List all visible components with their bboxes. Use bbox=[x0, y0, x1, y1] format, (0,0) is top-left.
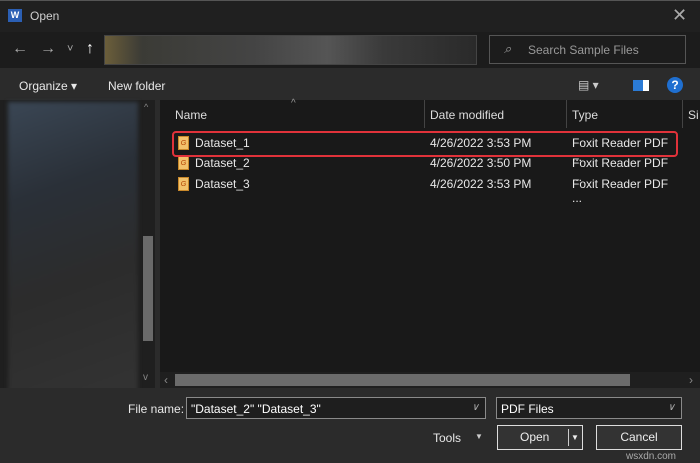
column-divider[interactable] bbox=[566, 100, 567, 128]
highlight-box bbox=[172, 131, 678, 157]
sidebar-scrollbar[interactable] bbox=[143, 236, 153, 341]
open-label: Open bbox=[520, 430, 550, 444]
tools-dropdown-icon[interactable]: ▼ bbox=[475, 432, 483, 441]
help-icon[interactable]: ? bbox=[667, 77, 683, 93]
file-date: 4/26/2022 3:53 PM bbox=[430, 177, 532, 191]
horizontal-scroll-thumb[interactable] bbox=[175, 374, 630, 386]
file-type-filter-value: PDF Files bbox=[501, 402, 554, 416]
organize-button[interactable]: Organize ▾ bbox=[19, 79, 77, 93]
tools-button[interactable]: Tools bbox=[433, 431, 461, 445]
open-dropdown-icon[interactable]: ▼ bbox=[571, 426, 579, 449]
file-row[interactable]: G Dataset_3 4/26/2022 3:53 PM Foxit Read… bbox=[172, 174, 677, 205]
window-title: Open bbox=[30, 9, 60, 23]
file-name: Dataset_2 bbox=[195, 156, 250, 170]
file-type: Foxit Reader PDF ... bbox=[572, 177, 669, 205]
new-folder-button[interactable]: New folder bbox=[108, 79, 165, 93]
search-input[interactable]: ⌕ Search Sample Files bbox=[489, 35, 686, 64]
file-name-input[interactable]: "Dataset_2" "Dataset_3" ∨ bbox=[186, 397, 486, 419]
recent-locations-chevron-icon[interactable]: ˅ bbox=[67, 43, 73, 55]
pdf-file-icon: G bbox=[178, 177, 189, 191]
search-icon: ⌕ bbox=[504, 41, 512, 56]
close-icon[interactable]: ✕ bbox=[672, 5, 687, 26]
chevron-down-icon[interactable]: ∨ bbox=[472, 402, 479, 413]
up-arrow-icon[interactable]: ↑ bbox=[86, 40, 94, 58]
view-options-icon[interactable]: ▤ ▾ bbox=[578, 78, 599, 92]
word-app-icon: W bbox=[8, 9, 22, 22]
forward-arrow-icon[interactable]: → bbox=[40, 40, 56, 58]
address-bar[interactable] bbox=[104, 35, 477, 65]
column-date-modified[interactable]: Date modified bbox=[430, 108, 504, 122]
column-divider[interactable] bbox=[424, 100, 425, 128]
column-size[interactable]: Si bbox=[688, 108, 700, 122]
cancel-button[interactable]: Cancel bbox=[596, 425, 682, 450]
pdf-file-icon: G bbox=[178, 156, 189, 170]
scroll-up-icon[interactable]: ^ bbox=[144, 102, 148, 112]
search-placeholder: Search Sample Files bbox=[528, 43, 639, 57]
column-divider[interactable] bbox=[682, 100, 683, 128]
back-arrow-icon[interactable]: ← bbox=[12, 40, 28, 58]
scroll-down-icon[interactable]: v bbox=[143, 372, 148, 383]
scroll-right-icon[interactable]: › bbox=[689, 373, 693, 387]
file-name-value: "Dataset_2" "Dataset_3" bbox=[191, 402, 321, 416]
chevron-down-icon[interactable]: ∨ bbox=[668, 402, 675, 413]
column-type[interactable]: Type bbox=[572, 108, 598, 122]
file-type-filter[interactable]: PDF Files ∨ bbox=[496, 397, 682, 419]
watermark: wsxdn.com bbox=[626, 451, 677, 462]
column-name[interactable]: Name bbox=[175, 108, 207, 122]
file-date: 4/26/2022 3:50 PM bbox=[430, 156, 532, 170]
file-name: Dataset_3 bbox=[195, 177, 250, 191]
file-name-label: File name: bbox=[128, 402, 185, 416]
title-bar bbox=[0, 0, 700, 32]
blurred-folder-tree bbox=[8, 102, 138, 394]
scroll-left-icon[interactable]: ‹ bbox=[164, 373, 168, 387]
sort-ascending-icon: ^ bbox=[291, 98, 296, 109]
preview-pane-icon[interactable] bbox=[633, 80, 649, 91]
open-button[interactable]: Open ▼ bbox=[497, 425, 583, 450]
